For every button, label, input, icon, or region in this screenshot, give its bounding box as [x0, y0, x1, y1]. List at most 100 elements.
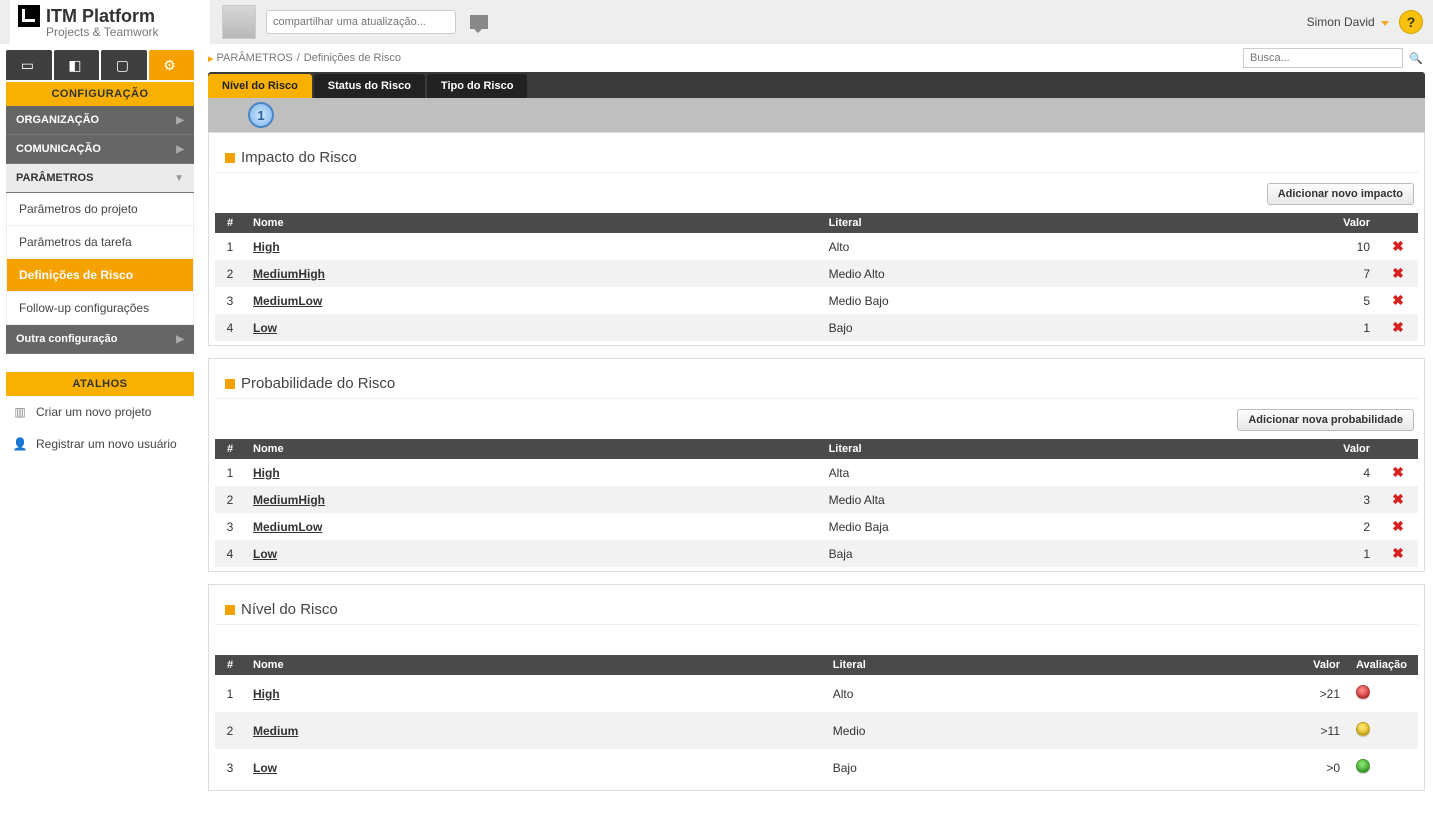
add-probability-button[interactable]: Adicionar nova probabilidade: [1237, 409, 1414, 431]
share-input[interactable]: [266, 10, 456, 34]
cell-literal: Bajo: [825, 749, 1288, 786]
sidebar-item-outra-config[interactable]: Outra configuração ▶: [6, 325, 194, 354]
brand-name: ITM Platform: [46, 6, 155, 27]
user-icon: 👤: [12, 436, 28, 452]
sidebar-item-label: ORGANIZAÇÃO: [16, 114, 99, 126]
sidebar-sub-followup[interactable]: Follow-up configurações: [6, 292, 194, 325]
delete-button[interactable]: ✖: [1392, 545, 1404, 561]
cell-avaliacao: [1348, 675, 1418, 712]
col-valor[interactable]: Valor: [1318, 213, 1378, 233]
sidebar-item-organizacao[interactable]: ORGANIZAÇÃO ▶: [6, 106, 194, 135]
user-menu[interactable]: Simon David: [1307, 15, 1389, 29]
row-name-link[interactable]: Low: [253, 321, 277, 335]
user-avatar[interactable]: [222, 5, 256, 39]
sidebar-sub-parametros-tarefa[interactable]: Parâmetros da tarefa: [6, 226, 194, 259]
cell-name: Medium: [245, 712, 825, 749]
sidebar-icon-tab-cubes[interactable]: ◧: [54, 50, 100, 80]
breadcrumb-root[interactable]: PARÂMETROS: [217, 52, 293, 64]
delete-button[interactable]: ✖: [1392, 265, 1404, 281]
sidebar-item-parametros[interactable]: PARÂMETROS ▼: [6, 164, 194, 193]
table-row: 1HighAlto>21: [215, 675, 1418, 712]
shortcut-new-project[interactable]: ▥ Criar um novo projeto: [6, 396, 194, 428]
main-content: ▸ PARÂMETROS / Definições de Risco 🔍 Nív…: [200, 44, 1433, 823]
add-impact-button[interactable]: Adicionar novo impacto: [1267, 183, 1414, 205]
cell-name: High: [245, 459, 821, 486]
cell-index: 4: [215, 540, 245, 567]
breadcrumb-row: ▸ PARÂMETROS / Definições de Risco 🔍: [208, 44, 1425, 72]
delete-button[interactable]: ✖: [1392, 238, 1404, 254]
cell-valor: 2: [1318, 513, 1378, 540]
col-valor[interactable]: Valor: [1318, 439, 1378, 459]
table-row: 4LowBaja1✖: [215, 540, 1418, 567]
square-bullet-icon: [225, 605, 235, 615]
row-name-link[interactable]: High: [253, 687, 280, 701]
delete-button[interactable]: ✖: [1392, 319, 1404, 335]
sidebar-sub-parametros-projeto[interactable]: Parâmetros do projeto: [6, 193, 194, 226]
col-actions: [1378, 439, 1418, 459]
cell-name: MediumLow: [245, 513, 821, 540]
row-name-link[interactable]: High: [253, 466, 280, 480]
cell-index: 2: [215, 712, 245, 749]
brand-logo-icon: [18, 5, 40, 27]
user-name-label: Simon David: [1307, 15, 1375, 29]
cell-name: Low: [245, 540, 821, 567]
tab-status-risco[interactable]: Status do Risco: [314, 74, 425, 98]
content-tabs: Nível do Risco Status do Risco Tipo do R…: [208, 72, 1425, 98]
search-input[interactable]: [1243, 48, 1403, 68]
cell-literal: Alto: [825, 675, 1288, 712]
col-valor[interactable]: Valor: [1288, 655, 1348, 675]
col-nome[interactable]: Nome: [245, 439, 821, 459]
tab-tipo-risco[interactable]: Tipo do Risco: [427, 74, 528, 98]
col-literal[interactable]: Literal: [821, 439, 1318, 459]
breadcrumb-arrow-icon: ▸: [208, 52, 214, 65]
search-box: 🔍: [1243, 48, 1425, 68]
row-name-link[interactable]: MediumLow: [253, 520, 322, 534]
delete-button[interactable]: ✖: [1392, 518, 1404, 534]
brand-subtitle: Projects & Teamwork: [46, 25, 202, 39]
cell-valor: >0: [1288, 749, 1348, 786]
delete-button[interactable]: ✖: [1392, 292, 1404, 308]
cell-name: Low: [245, 749, 825, 786]
row-name-link[interactable]: MediumHigh: [253, 493, 325, 507]
col-avaliacao[interactable]: Avaliação: [1348, 655, 1418, 675]
cell-valor: 10: [1318, 233, 1378, 260]
delete-button[interactable]: ✖: [1392, 464, 1404, 480]
row-name-link[interactable]: Low: [253, 761, 277, 775]
table-row: 2MediumHighMedio Alto7✖: [215, 260, 1418, 287]
cell-valor: 7: [1318, 260, 1378, 287]
sidebar-icon-tab-briefcase[interactable]: ▢: [101, 50, 147, 80]
cell-name: MediumLow: [245, 287, 821, 314]
col-nome[interactable]: Nome: [245, 655, 825, 675]
cell-avaliacao: [1348, 712, 1418, 749]
col-index: #: [215, 655, 245, 675]
chat-icon[interactable]: [470, 15, 488, 29]
panel-title-text: Nível do Risco: [241, 601, 338, 618]
probability-table: # Nome Literal Valor 1HighAlta4✖2MediumH…: [215, 439, 1418, 567]
cell-valor: 1: [1318, 540, 1378, 567]
row-name-link[interactable]: Low: [253, 547, 277, 561]
help-button[interactable]: ?: [1399, 10, 1423, 34]
search-button[interactable]: 🔍: [1407, 49, 1425, 67]
tab-nivel-risco[interactable]: Nível do Risco: [208, 74, 312, 98]
row-name-link[interactable]: High: [253, 240, 280, 254]
sidebar-sub-definicoes-risco[interactable]: Definições de Risco: [6, 259, 194, 292]
cell-name: MediumHigh: [245, 260, 821, 287]
col-nome[interactable]: Nome: [245, 213, 821, 233]
panel-probabilidade: Probabilidade do Risco Adicionar nova pr…: [208, 358, 1425, 572]
row-name-link[interactable]: MediumHigh: [253, 267, 325, 281]
sidebar-icon-tab-settings[interactable]: ⚙: [149, 50, 195, 80]
delete-button[interactable]: ✖: [1392, 491, 1404, 507]
shortcut-new-user[interactable]: 👤 Registrar um novo usuário: [6, 428, 194, 460]
cell-valor: >21: [1288, 675, 1348, 712]
project-icon: ▥: [12, 404, 28, 420]
sidebar-item-comunicacao[interactable]: COMUNICAÇÃO ▶: [6, 135, 194, 164]
impact-table: # Nome Literal Valor 1HighAlto10✖2Medium…: [215, 213, 1418, 341]
sidebar-icon-tab-calendar[interactable]: ▭: [6, 50, 52, 80]
row-name-link[interactable]: Medium: [253, 724, 298, 738]
cell-literal: Medio Alta: [821, 486, 1318, 513]
cell-valor: 1: [1318, 314, 1378, 341]
cell-index: 2: [215, 486, 245, 513]
col-literal[interactable]: Literal: [825, 655, 1288, 675]
row-name-link[interactable]: MediumLow: [253, 294, 322, 308]
col-literal[interactable]: Literal: [821, 213, 1318, 233]
